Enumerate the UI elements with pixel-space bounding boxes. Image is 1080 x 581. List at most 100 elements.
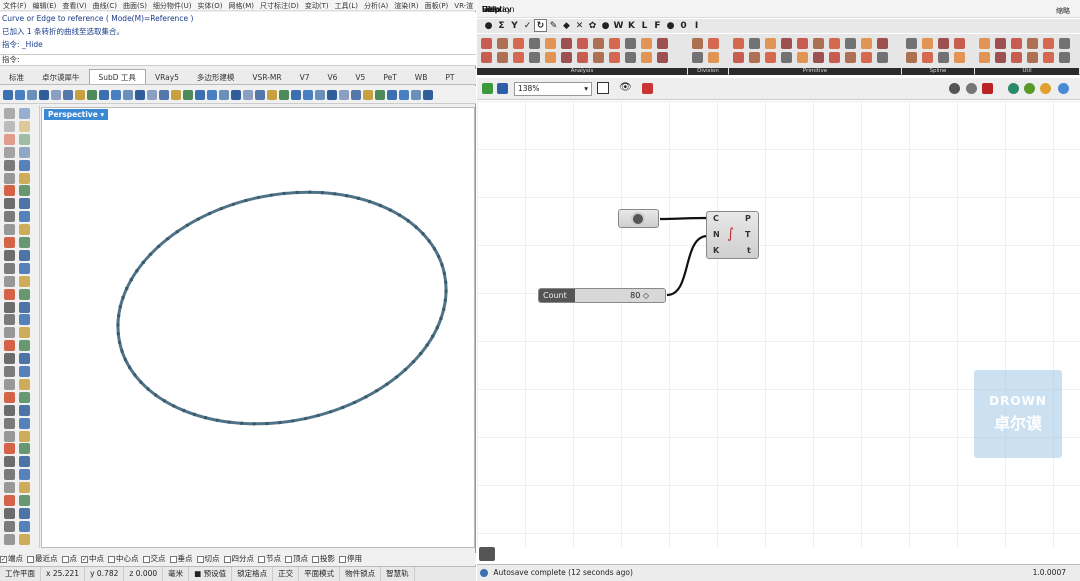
modeling-tool-icon[interactable]	[4, 520, 15, 532]
subd-tool-icon[interactable]	[363, 90, 373, 100]
component-icon[interactable]	[877, 38, 888, 49]
modeling-tool-icon[interactable]	[19, 469, 30, 481]
component-icon[interactable]	[995, 52, 1006, 63]
osnap-option[interactable]: 投影	[312, 553, 335, 565]
menu-item[interactable]: 分析(A)	[361, 0, 391, 10]
toolbar-tab[interactable]: V5	[346, 70, 374, 84]
osnap-option[interactable]: 垂点	[169, 553, 193, 565]
gh-tab[interactable]: ●	[482, 20, 495, 33]
checkbox[interactable]	[108, 555, 115, 563]
checkbox[interactable]	[258, 555, 265, 563]
subd-tool-icon[interactable]	[195, 90, 205, 100]
modeling-tool-icon[interactable]	[19, 198, 30, 210]
checkbox[interactable]	[27, 555, 34, 563]
component-icon[interactable]	[781, 38, 792, 49]
component-icon[interactable]	[545, 38, 556, 49]
modeling-tool-icon[interactable]	[4, 120, 15, 132]
component-icon[interactable]	[813, 52, 824, 63]
modeling-tool-icon[interactable]	[19, 249, 30, 261]
component-icon[interactable]	[1059, 52, 1070, 63]
modeling-tool-icon[interactable]	[4, 159, 15, 171]
modeling-tool-icon[interactable]	[19, 159, 30, 171]
modeling-tool-icon[interactable]	[19, 430, 30, 442]
menu-item[interactable]: 曲线(C)	[90, 0, 120, 10]
checkbox[interactable]	[223, 555, 231, 563]
output-t[interactable]: T	[745, 230, 750, 239]
osnap-option[interactable]: 停用	[339, 553, 362, 565]
gh-tab[interactable]: Y	[508, 20, 521, 33]
modeling-tool-icon[interactable]	[19, 120, 30, 132]
modeling-tool-icon[interactable]	[4, 353, 15, 365]
component-icon[interactable]	[954, 38, 965, 49]
component-icon[interactable]	[1011, 38, 1022, 49]
gh-tab[interactable]: ✕	[573, 20, 586, 33]
subd-tool-icon[interactable]	[255, 90, 265, 100]
modeling-tool-icon[interactable]	[4, 108, 15, 119]
modeling-tool-icon[interactable]	[4, 391, 15, 403]
subd-tool-icon[interactable]	[339, 90, 349, 100]
menu-item[interactable]: 尺寸标注(D)	[257, 0, 302, 10]
component-icon[interactable]	[1059, 38, 1070, 49]
menu-item[interactable]: 变动(T)	[302, 0, 332, 10]
render-icon[interactable]	[1024, 83, 1035, 94]
modeling-tool-icon[interactable]	[4, 249, 15, 261]
toolbar-tab[interactable]: VSR-MR	[243, 70, 290, 84]
component-icon[interactable]	[577, 38, 588, 49]
menu-item[interactable]: 编辑(E)	[30, 0, 60, 10]
subd-tool-icon[interactable]	[207, 90, 217, 100]
menu-item[interactable]: 工具(L)	[332, 0, 361, 10]
component-icon[interactable]	[625, 38, 636, 49]
globe-icon[interactable]	[1008, 83, 1019, 94]
modeling-tool-icon[interactable]	[4, 211, 15, 223]
component-icon[interactable]	[692, 38, 703, 49]
modeling-tool-icon[interactable]	[4, 288, 15, 300]
modeling-tool-icon[interactable]	[4, 275, 15, 287]
checkbox[interactable]	[142, 555, 150, 563]
material-icon[interactable]	[1040, 83, 1051, 94]
modeling-tool-icon[interactable]	[19, 533, 30, 545]
modeling-tool-icon[interactable]	[19, 237, 30, 248]
component-icon[interactable]	[657, 38, 668, 49]
component-icon[interactable]	[513, 52, 524, 63]
modeling-tool-icon[interactable]	[4, 340, 15, 352]
modeling-tool-icon[interactable]	[19, 404, 30, 416]
component-icon[interactable]	[1043, 52, 1054, 63]
component-icon[interactable]	[609, 52, 620, 63]
toolbar-tab[interactable]: 卓尔谟犀牛	[33, 70, 89, 84]
perspective-viewport[interactable]: Perspective ▾	[41, 107, 475, 548]
modeling-tool-icon[interactable]	[19, 353, 30, 365]
gh-tab[interactable]: 0	[677, 20, 690, 33]
component-icon[interactable]	[749, 38, 760, 49]
modeling-tool-icon[interactable]	[4, 533, 15, 545]
component-icon[interactable]	[906, 38, 917, 49]
component-icon[interactable]	[733, 38, 744, 49]
save-icon[interactable]	[482, 83, 493, 94]
toolbar-tab[interactable]: WB	[406, 70, 437, 84]
modeling-tool-icon[interactable]	[19, 340, 30, 352]
toolbar-tab[interactable]: V6	[319, 70, 347, 84]
component-icon[interactable]	[765, 52, 776, 63]
component-icon[interactable]	[593, 38, 604, 49]
modeling-tool-icon[interactable]	[19, 146, 30, 158]
preview-eye-icon[interactable]: 👁	[619, 83, 632, 93]
zoom-select[interactable]: 138% ▾	[514, 82, 592, 96]
gh-tab[interactable]: ✓	[521, 20, 534, 33]
osnap-option[interactable]: 顶点	[285, 553, 308, 565]
subd-tool-icon[interactable]	[243, 90, 253, 100]
modeling-tool-icon[interactable]	[4, 262, 15, 274]
modeling-tool-icon[interactable]	[19, 224, 30, 236]
component-icon[interactable]	[829, 38, 840, 49]
osnap-option[interactable]: ✓ 端点	[0, 553, 23, 565]
menu-item[interactable]: 渲染(R)	[391, 0, 421, 10]
menu-item[interactable]: 实体(O)	[195, 0, 226, 10]
menu-item[interactable]: 细分物件(U)	[150, 0, 195, 10]
component-icon[interactable]	[733, 52, 744, 63]
gh-tab[interactable]: I	[690, 20, 703, 33]
component-icon[interactable]	[481, 52, 492, 63]
modeling-tool-icon[interactable]	[4, 443, 15, 455]
modeling-tool-icon[interactable]	[4, 404, 15, 416]
modeling-tool-icon[interactable]	[19, 108, 30, 119]
component-icon[interactable]	[708, 52, 719, 63]
modeling-tool-icon[interactable]	[19, 327, 30, 339]
component-icon[interactable]	[577, 52, 588, 63]
